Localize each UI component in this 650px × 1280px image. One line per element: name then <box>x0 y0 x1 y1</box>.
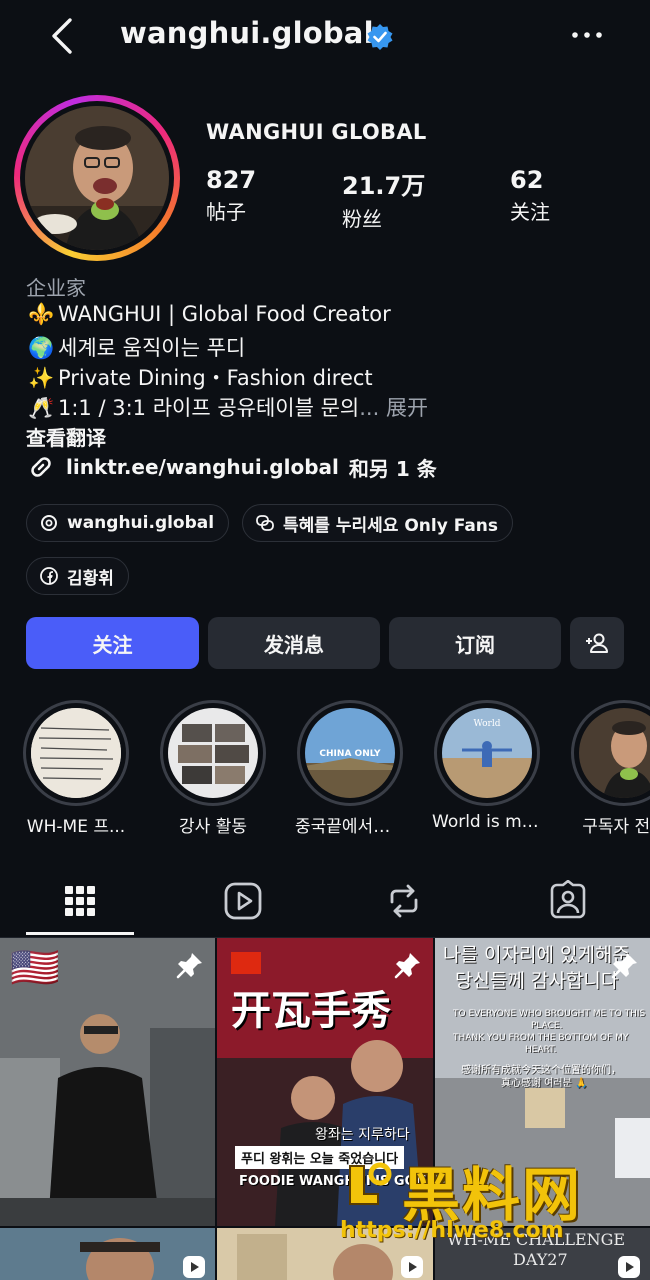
see-translation-link[interactable]: 查看翻译 <box>26 422 106 451</box>
threads-icon <box>41 515 57 531</box>
bio-text: WANGHUI | Global Food Creator <box>58 302 391 326</box>
stat-following[interactable]: 62 关注 <box>510 166 550 225</box>
active-tab-indicator <box>26 932 134 935</box>
highlight-item[interactable]: WH-ME 프... <box>21 700 131 837</box>
watermark-logo-icon <box>349 1162 392 1205</box>
stat-posts-count: 827 <box>206 166 257 194</box>
bio-text: Private Dining・Fashion direct <box>58 366 373 390</box>
highlight-cover-text: World <box>474 719 501 729</box>
profile-avatar[interactable] <box>14 95 180 261</box>
post-headline: 나를 이자리에 있게해준 당신들께 감사합니다 <box>443 942 630 994</box>
bio-line: 🥂 1:1 / 3:1 라이프 공유테이블 문의... 展开 <box>28 392 428 422</box>
highlight-cover-text: CHINA ONLY <box>319 749 381 759</box>
highlight-cover <box>168 708 258 798</box>
profile-category: 企业家 <box>26 276 86 300</box>
post-caption-zh: 感谢所有成就今天这个位置的你们， 真心感谢 여러분 🙏 <box>461 1064 621 1090</box>
more-options-icon[interactable] <box>570 26 604 44</box>
post-day-text: DAY27 <box>513 1250 568 1269</box>
post-headline-line: 나를 이자리에 있게해준 <box>443 944 630 966</box>
globe-icon: 🌍 <box>28 336 55 360</box>
highlight-item[interactable]: 강사 활동 <box>158 700 268 837</box>
post-caption-en: TO EVERYONE WHO BROUGHT ME TO THIS PLACE… <box>453 1008 645 1056</box>
profile-display-name: WANGHUI GLOBAL <box>206 120 427 144</box>
highlight-cover: CHINA ONLY <box>305 708 395 798</box>
avatar-photo <box>25 106 169 250</box>
post-headline-line: 당신들께 감사합니다 <box>455 970 619 992</box>
watermark-url: https://hlwe8.com <box>340 1218 564 1243</box>
bio-line: ⚜️ WANGHUI | Global Food Creator <box>28 302 391 327</box>
add-user-button[interactable] <box>570 617 624 669</box>
repost-icon[interactable] <box>383 880 425 922</box>
highlight-cover: World <box>442 708 532 798</box>
message-button[interactable]: 发消息 <box>208 617 380 669</box>
stat-following-label: 关注 <box>510 200 550 224</box>
bio-expand-link[interactable]: ... 展开 <box>359 396 428 420</box>
highlight-item[interactable]: World World is mi... <box>432 700 542 832</box>
stat-followers-count: 21.7万 <box>342 172 426 200</box>
profile-username: wanghui.global <box>120 16 374 50</box>
onlyfans-pill-label: 특혜를 누리세요 Only Fans <box>283 515 499 536</box>
sparkles-icon: ✨ <box>28 366 55 390</box>
pin-icon <box>176 953 202 979</box>
tagged-icon[interactable] <box>547 880 589 922</box>
stat-following-count: 62 <box>510 166 544 194</box>
chat-bubbles-icon <box>256 515 274 531</box>
post-caption-line: PLACE. <box>531 1021 563 1031</box>
fleur-de-lis-icon: ⚜️ <box>28 302 55 326</box>
post-caption-line: THANK YOU FROM THE BOTTOM OF MY <box>453 1033 629 1043</box>
follow-button[interactable]: 关注 <box>26 617 199 669</box>
grid-icon[interactable] <box>59 880 101 922</box>
verified-badge-icon <box>367 24 393 50</box>
us-flag-icon: 🇺🇸 <box>10 945 60 991</box>
facebook-icon <box>40 567 58 585</box>
reel-badge-icon <box>401 1256 423 1278</box>
highlight-label: WH-ME 프... <box>26 817 126 837</box>
onlyfans-pill[interactable]: 특혜를 누리세요 Only Fans <box>242 504 514 542</box>
highlight-cover <box>579 708 650 798</box>
post-caption-line: 感谢所有成就今天这个位置的你们， <box>461 1065 621 1076</box>
bio-text: 세계로 움직이는 푸디 <box>58 336 246 360</box>
pin-icon <box>394 953 420 979</box>
champagne-icon: 🥂 <box>28 396 55 420</box>
highlight-item[interactable]: CHINA ONLY 중국끝에서도... <box>295 700 405 837</box>
top-bar: wanghui.global <box>0 0 650 72</box>
post-caption-line: 真心感谢 여러분 🙏 <box>501 1078 588 1089</box>
bio-line: ✨ Private Dining・Fashion direct <box>28 362 373 392</box>
highlight-label: 구독자 전용 <box>582 817 650 837</box>
stat-posts[interactable]: 827 帖子 <box>206 166 256 225</box>
post-caption-line: HEART. <box>525 1045 557 1055</box>
link-icon <box>31 457 51 477</box>
highlight-cover <box>31 708 121 798</box>
post-tile[interactable] <box>0 1228 215 1280</box>
threads-pill-label: wanghui.global <box>67 513 215 533</box>
post-title-text: 开瓦手秀 <box>231 988 391 1034</box>
post-caption-line: TO EVERYONE WHO BROUGHT ME TO THIS <box>453 1009 646 1019</box>
profile-link-suffix: 和另 1 条 <box>348 456 437 481</box>
subscribe-button[interactable]: 订阅 <box>389 617 561 669</box>
facebook-pill[interactable]: 김황휘 <box>26 557 129 595</box>
bio-text: 1:1 / 3:1 라이프 공유테이블 문의 <box>58 396 360 420</box>
stat-posts-label: 帖子 <box>206 200 246 224</box>
highlight-label: 강사 활동 <box>179 817 247 837</box>
highlight-item[interactable]: 구독자 전용 <box>569 700 650 837</box>
highlight-label: 중국끝에서도... <box>295 817 405 837</box>
profile-link-url: linktr.ee/wanghui.global <box>66 455 339 479</box>
highlight-label: World is mi... <box>432 812 542 832</box>
add-person-icon <box>586 633 608 653</box>
facebook-pill-label: 김황휘 <box>67 568 114 589</box>
reels-icon[interactable] <box>222 880 264 922</box>
back-arrow-icon[interactable] <box>46 16 82 56</box>
reel-badge-icon <box>618 1256 640 1278</box>
post-caption-ko: 왕좌는 지루하다 <box>315 1127 410 1143</box>
pin-icon <box>611 953 637 979</box>
stat-followers-label: 粉丝 <box>342 207 382 231</box>
profile-link[interactable]: linktr.ee/wanghui.global 和另 1 条 <box>26 452 437 482</box>
reel-badge-icon <box>183 1256 205 1278</box>
watermark-overlay: 黑料网 https://hlwe8.com <box>340 1148 650 1248</box>
threads-pill[interactable]: wanghui.global <box>26 504 230 542</box>
post-tile[interactable]: 🇺🇸 <box>0 938 215 1226</box>
stat-followers[interactable]: 21.7万 粉丝 <box>342 166 425 232</box>
profile-tabs <box>0 868 650 938</box>
bio-line: 🌍 세계로 움직이는 푸디 <box>28 332 245 362</box>
